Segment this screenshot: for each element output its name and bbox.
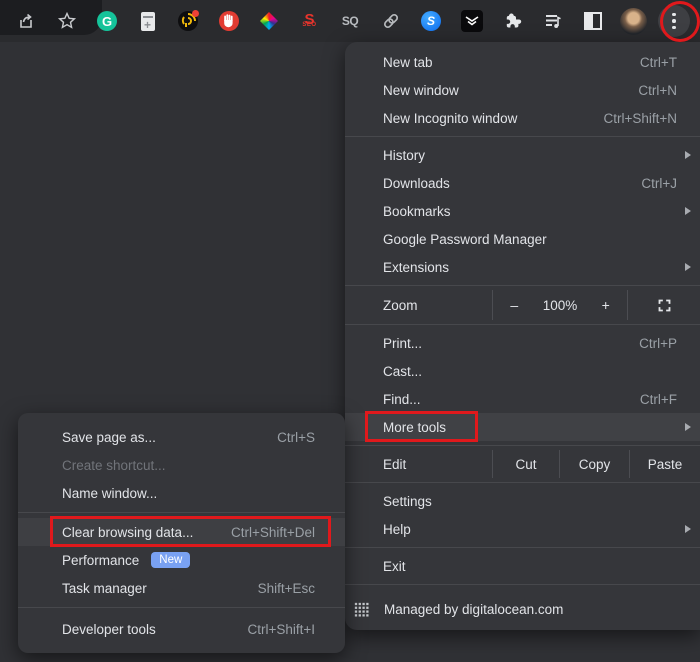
notification-dot [192,10,199,17]
menu-separator [345,547,700,548]
menu-item-print[interactable]: Print... Ctrl+P [345,329,700,357]
profile-avatar[interactable] [616,3,652,39]
zoom-level: 100% [543,298,578,313]
fullscreen-button[interactable] [628,290,700,320]
menu-item-new-tab[interactable]: New tab Ctrl+T [345,48,700,76]
menu-item-find[interactable]: Find... Ctrl+F [345,385,700,413]
submenu-arrow-icon [685,151,691,159]
link-extension-icon[interactable] [373,3,409,39]
extensions-puzzle-icon[interactable] [494,3,530,39]
share-icon[interactable] [8,3,44,39]
menu-separator [345,324,700,325]
menu-separator [345,136,700,137]
menu-separator [345,445,700,446]
playlist-icon[interactable] [535,3,571,39]
menu-item-google-password-manager[interactable]: Google Password Manager [345,225,700,253]
menu-item-help[interactable]: Help [345,515,700,543]
more-tools-submenu: Save page as... Ctrl+S Create shortcut..… [18,413,345,653]
menu-separator [345,482,700,483]
menu-item-more-tools[interactable]: More tools [345,413,700,441]
menu-item-exit[interactable]: Exit [345,552,700,580]
menu-item-settings[interactable]: Settings [345,487,700,515]
shazam-icon[interactable]: S [413,3,449,39]
paste-button[interactable]: Paste [629,450,700,478]
zoom-label: Zoom [345,290,492,320]
menu-item-new-incognito-window[interactable]: New Incognito window Ctrl+Shift+N [345,104,700,132]
submenu-separator [18,512,345,513]
submenu-separator [18,607,345,608]
menu-separator [345,584,700,585]
menu-item-extensions[interactable]: Extensions [345,253,700,281]
maze-extension-icon[interactable] [170,3,206,39]
menu-item-history[interactable]: History [345,141,700,169]
managed-by-label: Managed by digitalocean.com [384,602,563,617]
submenu-arrow-icon [685,263,691,271]
menu-item-downloads[interactable]: Downloads Ctrl+J [345,169,700,197]
cut-button[interactable]: Cut [492,450,559,478]
dark-reader-icon[interactable] [575,3,611,39]
menu-dots-button[interactable] [656,3,692,39]
enterprise-building-icon [352,600,371,619]
chrome-menu: New tab Ctrl+T New window Ctrl+N New Inc… [345,42,700,630]
fullscreen-icon [657,298,672,313]
zoom-out-button[interactable]: – [500,297,528,313]
submenu-item-save-page-as[interactable]: Save page as... Ctrl+S [18,423,345,451]
submenu-arrow-icon [685,207,691,215]
submenu-item-name-window[interactable]: Name window... [18,479,345,507]
adblock-hand-icon[interactable] [211,3,247,39]
wings-extension-icon[interactable] [454,3,490,39]
menu-item-bookmarks[interactable]: Bookmarks [345,197,700,225]
menu-item-cast[interactable]: Cast... [345,357,700,385]
submenu-item-task-manager[interactable]: Task manager Shift+Esc [18,574,345,602]
bookmark-star-icon[interactable] [49,3,85,39]
submenu-item-developer-tools[interactable]: Developer tools Ctrl+Shift+I [18,615,345,643]
submenu-arrow-icon [685,525,691,533]
sq-extension-icon[interactable]: SQ [332,3,368,39]
color-picker-icon[interactable] [251,3,287,39]
zoom-in-button[interactable]: + [592,297,620,313]
browser-toolbar: G [0,0,700,42]
menu-item-new-window[interactable]: New window Ctrl+N [345,76,700,104]
grammarly-icon[interactable]: G [89,3,125,39]
seo-extension-icon[interactable]: S SEO [292,3,328,39]
submenu-item-clear-browsing-data[interactable]: Clear browsing data... Ctrl+Shift+Del [18,518,345,546]
submenu-item-create-shortcut: Create shortcut... [18,451,345,479]
submenu-item-performance[interactable]: Performance New [18,546,345,574]
edit-label: Edit [345,450,492,478]
edit-row: Edit Cut Copy Paste [345,450,700,478]
zoom-row: Zoom – 100% + [345,290,700,320]
submenu-arrow-icon [685,423,691,431]
notes-extension-icon[interactable] [130,3,166,39]
copy-button[interactable]: Copy [559,450,629,478]
menu-separator [345,285,700,286]
new-badge: New [151,552,190,569]
managed-by-row: Managed by digitalocean.com [345,589,700,629]
